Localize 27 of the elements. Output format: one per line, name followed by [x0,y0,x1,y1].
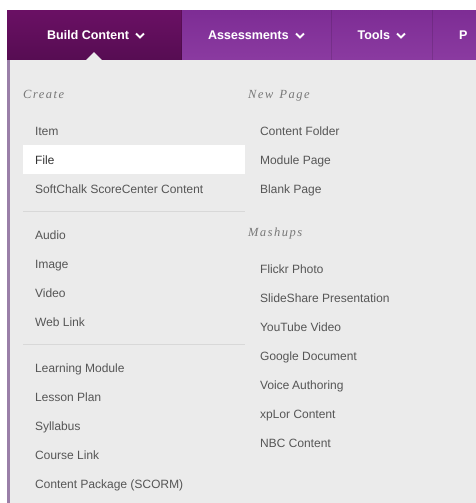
menu-item[interactable]: Syllabus [23,411,245,440]
menu-item[interactable]: Module Page [248,145,476,174]
menu-item[interactable]: Web Link [23,307,245,336]
menu-item[interactable]: NBC Content [248,428,476,457]
menu-item[interactable]: Flickr Photo [248,254,476,283]
menu-item[interactable]: Item [23,116,245,145]
menu-item[interactable]: Course Link [23,440,245,469]
menu-item[interactable]: Image [23,249,245,278]
menu-item[interactable]: Audio [23,220,245,249]
section-heading: New Page [248,86,312,103]
menu-item[interactable]: SoftChalk ScoreCenter Content [23,174,245,203]
menu-item[interactable]: Content Folder [248,116,476,145]
menu-item[interactable]: YouTube Video [248,312,476,341]
menu-tab[interactable]: Build Content [7,10,182,60]
menu-item[interactable]: Voice Authoring [248,370,476,399]
section-heading: Mashups [248,224,304,241]
menu-item[interactable]: Content Package (SCORM) [23,469,245,498]
menu-item[interactable]: Video [23,278,245,307]
menu-item[interactable]: Blank Page [248,174,476,203]
section-heading: Create [23,86,66,103]
menu-item[interactable]: Lesson Plan [23,382,245,411]
menu-tab[interactable]: P [432,10,468,60]
menu-item[interactable]: File [23,145,245,174]
menu-item[interactable]: Learning Module [23,353,245,382]
menu-item[interactable]: xpLor Content [248,399,476,428]
menu-item[interactable]: Google Document [248,341,476,370]
menu-item[interactable]: SlideShare Presentation [248,283,476,312]
